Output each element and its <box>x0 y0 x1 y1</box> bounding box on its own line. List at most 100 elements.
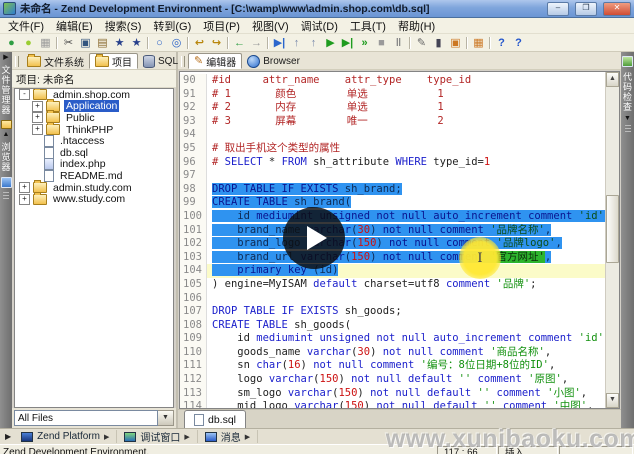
code-line-95[interactable]: 95# 取出手机这个类型的属性 <box>180 142 605 156</box>
left-panel-tab-1[interactable]: 项目 <box>89 53 138 69</box>
copy-icon[interactable]: ▣ <box>77 35 94 50</box>
code-line-92[interactable]: 92# 2 内存 单选 1 <box>180 101 605 115</box>
scrollbar-track[interactable] <box>606 87 619 393</box>
menu-item-6[interactable]: 调试(D) <box>295 18 344 34</box>
goto-bookmark-icon[interactable]: ★ <box>128 35 145 50</box>
video-play-button[interactable] <box>283 207 345 269</box>
chevron-down-icon[interactable]: ▼ <box>158 410 174 426</box>
back-icon[interactable]: ← <box>231 35 248 50</box>
open-file-icon[interactable]: ● <box>20 35 37 50</box>
find-in-files-icon[interactable]: ◎ <box>168 35 185 50</box>
editor-panel-tab-0[interactable]: ✎编辑器 <box>188 53 242 69</box>
code-line-104[interactable]: 104 primary key (id) <box>180 264 605 278</box>
browser-dock-icon[interactable] <box>1 177 12 188</box>
bottom-tab-0[interactable]: Zend Platform▶ <box>14 430 117 443</box>
left-dock-strip[interactable]: ▶ 文件管理器 ▲ 浏览器 <box>0 52 12 428</box>
code-line-112[interactable]: 112 logo varchar(150) not null default '… <box>180 373 605 387</box>
step-over-icon[interactable]: ↑ <box>305 35 322 50</box>
title-bar[interactable]: 未命名 - Zend Development Environment - [C:… <box>0 0 634 18</box>
paste-icon[interactable]: ▤ <box>94 35 111 50</box>
dock-collapse-icon[interactable]: ▲ <box>3 131 10 139</box>
code-line-98[interactable]: 98DROP TABLE IF EXISTS sh_brand; <box>180 183 605 197</box>
tree-row-6[interactable]: index.php <box>15 159 173 171</box>
tree-row-4[interactable]: .htaccess <box>15 135 173 147</box>
tree-expander-icon[interactable]: + <box>32 101 43 112</box>
dock-expand-icon[interactable]: ▶ <box>3 54 8 62</box>
code-line-106[interactable]: 106 <box>180 292 605 306</box>
bottom-expand-icon[interactable]: ▶ <box>2 432 14 441</box>
help-icon[interactable]: ? <box>493 35 510 50</box>
window-icon[interactable]: ▣ <box>447 35 464 50</box>
close-button[interactable]: ✕ <box>603 2 631 16</box>
tree-expander-icon[interactable]: + <box>19 182 30 193</box>
tree-row-9[interactable]: +www.study.com <box>15 193 173 205</box>
menu-item-8[interactable]: 帮助(H) <box>392 18 441 34</box>
code-line-96[interactable]: 96# SELECT * FROM sh_attribute WHERE typ… <box>180 156 605 170</box>
menu-item-1[interactable]: 编辑(E) <box>50 18 99 34</box>
menu-item-4[interactable]: 项目(P) <box>197 18 246 34</box>
code-line-93[interactable]: 93# 3 屏幕 唯一 2 <box>180 115 605 129</box>
context-help-icon[interactable]: ? <box>510 35 527 50</box>
left-panel-tab-0[interactable]: 文件系统 <box>22 54 89 68</box>
left-panel-tab-2[interactable]: SQL <box>138 54 183 68</box>
dock-down-icon[interactable]: ▼ <box>624 115 631 123</box>
code-editor[interactable]: 90#id attr_name attr_type type_id91# 1 颜… <box>179 71 620 409</box>
menu-item-7[interactable]: 工具(T) <box>344 18 392 34</box>
code-line-110[interactable]: 110 goods_name varchar(30) not null comm… <box>180 346 605 360</box>
new-file-icon[interactable]: ● <box>3 35 20 50</box>
pause-icon[interactable]: ‖ <box>390 35 407 50</box>
undo-icon[interactable]: ↩ <box>191 35 208 50</box>
code-line-100[interactable]: 100 id mediumint unsigned not null auto_… <box>180 210 605 224</box>
menu-item-2[interactable]: 搜索(S) <box>99 18 148 34</box>
editor-panel-tab-1[interactable]: Browser <box>242 54 305 68</box>
file-manager-dock-label[interactable]: 文件管理器 <box>0 65 13 115</box>
tree-expander-icon[interactable]: - <box>19 89 30 100</box>
code-line-105[interactable]: 105) engine=MyISAM default charset=utf8 … <box>180 278 605 292</box>
analyze-icon[interactable]: ▮ <box>430 35 447 50</box>
run-to-cursor-icon[interactable]: ▶| <box>271 35 288 50</box>
code-line-102[interactable]: 102 brand_logo varchar(150) not null com… <box>180 237 605 251</box>
fast-forward-icon[interactable]: » <box>356 35 373 50</box>
go-to-icon[interactable]: ▶| <box>339 35 356 50</box>
code-line-99[interactable]: 99CREATE TABLE sh_brand( <box>180 196 605 210</box>
code-line-103[interactable]: 103 brand_url varchar(150) not null comm… <box>180 251 605 265</box>
menu-item-5[interactable]: 视图(V) <box>246 18 295 34</box>
stop-icon[interactable]: ■ <box>373 35 390 50</box>
menu-item-0[interactable]: 文件(F) <box>2 18 50 34</box>
code-line-111[interactable]: 111 sn char(16) not null comment '编号：8位日… <box>180 359 605 373</box>
bottom-tab-2[interactable]: 消息▶ <box>198 430 258 443</box>
toggle-bookmark-icon[interactable]: ★ <box>111 35 128 50</box>
document-tab-dbsql[interactable]: db.sql <box>184 410 246 428</box>
right-dock-strip[interactable]: 代码检查 ▼ <box>621 52 634 428</box>
tree-row-2[interactable]: +Public <box>15 112 173 124</box>
step-into-icon[interactable]: ↑ <box>288 35 305 50</box>
layout-icon[interactable]: ▦ <box>470 35 487 50</box>
menu-item-3[interactable]: 转到(G) <box>147 18 197 34</box>
tree-row-5[interactable]: db.sql <box>15 147 173 159</box>
code-line-90[interactable]: 90#id attr_name attr_type type_id <box>180 74 605 88</box>
code-line-91[interactable]: 91# 1 颜色 单选 1 <box>180 88 605 102</box>
scroll-up-icon[interactable]: ▲ <box>606 72 619 87</box>
tree-row-0[interactable]: -admin.shop.com <box>15 89 173 101</box>
browser-dock-label[interactable]: 浏览器 <box>0 142 13 172</box>
restore-button[interactable]: ❐ <box>575 2 597 16</box>
vertical-scrollbar[interactable]: ▲ ▼ <box>605 72 619 408</box>
bottom-tab-1[interactable]: 调试窗口▶ <box>117 430 197 443</box>
forward-icon[interactable]: → <box>248 35 265 50</box>
code-line-113[interactable]: 113 sm_logo varchar(150) not null defaul… <box>180 387 605 401</box>
minimize-button[interactable]: – <box>547 2 569 16</box>
code-line-114[interactable]: 114 mid_logo varchar(150) not null defau… <box>180 400 605 408</box>
scroll-down-icon[interactable]: ▼ <box>606 393 619 408</box>
pencil-icon[interactable]: ✎ <box>413 35 430 50</box>
save-icon[interactable]: ▦ <box>37 35 54 50</box>
tree-row-1[interactable]: +Application <box>15 101 173 113</box>
code-line-108[interactable]: 108CREATE TABLE sh_goods( <box>180 319 605 333</box>
code-line-101[interactable]: 101 brand_name varchar(30) not null comm… <box>180 224 605 238</box>
drag-grip[interactable] <box>15 56 19 67</box>
inspector-dock-label[interactable]: 代码检查 <box>621 72 634 112</box>
code-line-97[interactable]: 97 <box>180 169 605 183</box>
tree-expander-icon[interactable]: + <box>32 124 43 135</box>
run-icon[interactable]: ▶ <box>322 35 339 50</box>
tree-expander-icon[interactable]: + <box>19 194 30 205</box>
redo-icon[interactable]: ↪ <box>208 35 225 50</box>
